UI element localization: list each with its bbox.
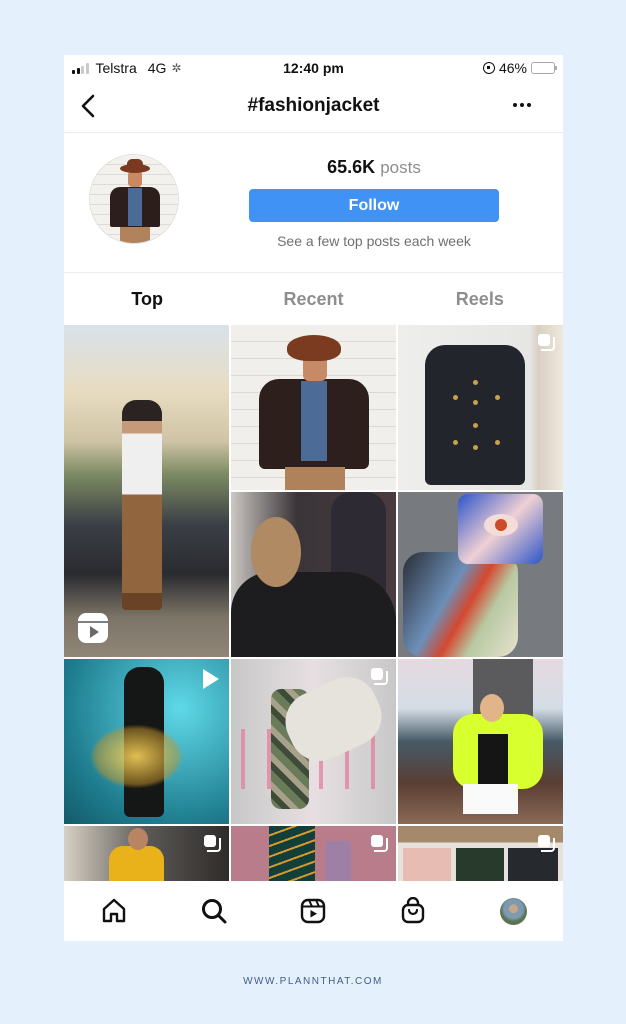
follow-subtitle: See a few top posts each week	[277, 233, 471, 249]
footer-url: WWW.PLANNTHAT.COM	[243, 976, 383, 987]
tab-recent[interactable]: Recent	[230, 273, 396, 325]
carousel-icon	[204, 835, 221, 852]
post-thumbnail[interactable]	[231, 492, 396, 657]
phone-screen: Telstra 4G ✲ 12:40 pm 46% #fashionjacket	[64, 55, 563, 941]
nav-profile[interactable]	[493, 891, 533, 931]
more-options-button[interactable]	[513, 95, 537, 115]
reels-icon	[301, 898, 326, 924]
post-thumbnail[interactable]	[64, 659, 229, 824]
post-thumbnail[interactable]	[231, 325, 396, 490]
profile-avatar	[499, 897, 527, 925]
shopping-bag-icon	[402, 897, 425, 924]
status-right: 46%	[482, 60, 557, 76]
tab-reels[interactable]: Reels	[397, 273, 563, 325]
battery-percent: 46%	[498, 60, 527, 76]
reel-icon	[78, 613, 108, 643]
bottom-nav	[64, 881, 563, 941]
nav-header: #fashionjacket	[64, 81, 563, 133]
post-thumbnail[interactable]	[64, 325, 229, 657]
posts-count-value: 65.6K	[327, 157, 376, 177]
more-horizontal-icon	[513, 103, 517, 107]
tab-top[interactable]: Top	[64, 273, 230, 325]
play-icon	[203, 669, 219, 689]
tab-bar: Top Recent Reels	[64, 273, 563, 325]
hashtag-info: 65.6K posts Follow See a few top posts e…	[64, 133, 563, 273]
battery-icon	[531, 62, 557, 74]
posts-count: 65.6K posts	[249, 157, 499, 178]
carousel-icon	[371, 668, 388, 685]
post-thumbnail[interactable]	[398, 492, 563, 657]
posts-count-label: posts	[380, 158, 421, 177]
page-title: #fashionjacket	[247, 95, 380, 116]
search-icon	[201, 899, 227, 924]
post-thumbnail[interactable]	[398, 325, 563, 490]
nav-reels[interactable]	[293, 891, 333, 931]
post-thumbnail[interactable]	[398, 826, 563, 881]
orientation-lock-icon	[482, 62, 495, 74]
post-thumbnail[interactable]	[231, 659, 396, 824]
nav-home[interactable]	[94, 891, 134, 931]
avatar-image	[90, 155, 178, 243]
post-thumbnail[interactable]	[398, 659, 563, 824]
post-thumbnail[interactable]	[64, 826, 229, 881]
carousel-icon	[538, 835, 555, 852]
hashtag-avatar	[89, 154, 179, 244]
nav-shop[interactable]	[393, 891, 433, 931]
carousel-icon	[371, 835, 388, 852]
post-grid	[64, 325, 563, 881]
status-bar: Telstra 4G ✲ 12:40 pm 46%	[64, 55, 563, 81]
carousel-icon	[538, 334, 555, 351]
follow-button[interactable]: Follow	[249, 189, 499, 222]
home-icon	[102, 898, 126, 923]
post-thumbnail[interactable]	[231, 826, 396, 881]
nav-search[interactable]	[194, 891, 234, 931]
